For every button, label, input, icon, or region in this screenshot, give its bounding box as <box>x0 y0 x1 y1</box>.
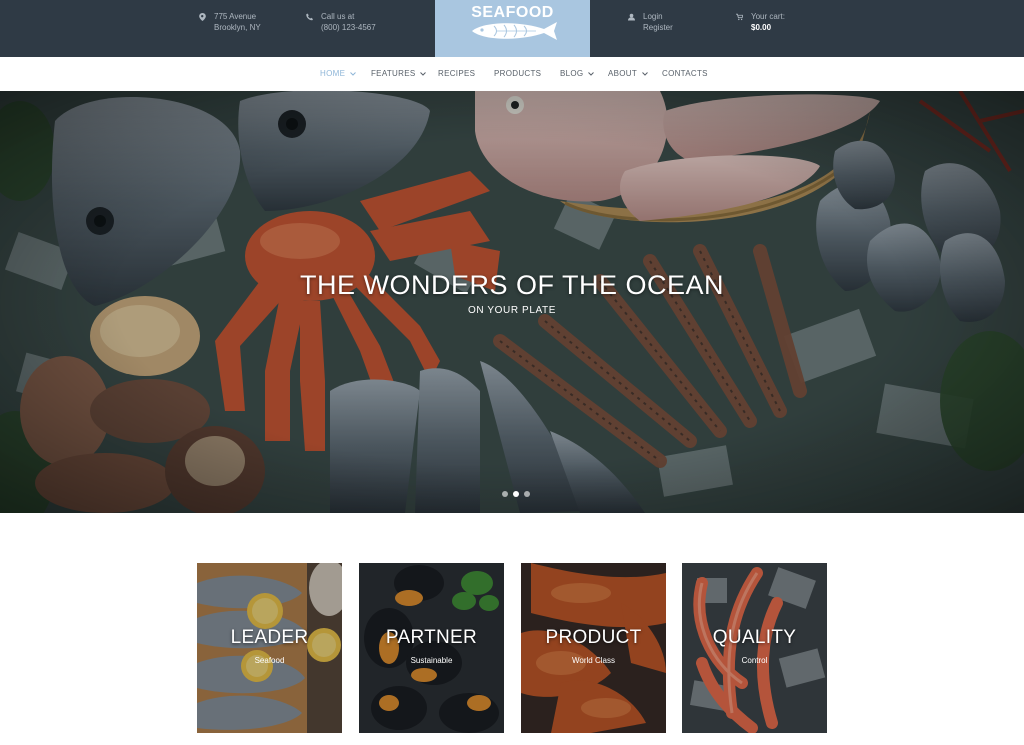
register-link[interactable]: Register <box>643 22 673 33</box>
chevron-down-icon <box>350 71 357 76</box>
nav-products[interactable]: PRODUCTS <box>494 69 541 78</box>
slider-dot[interactable] <box>524 491 530 497</box>
nav-home-label: HOME <box>320 69 346 78</box>
cart-icon <box>735 11 744 22</box>
logo-text-food: FOOD <box>505 4 554 21</box>
address-block: 775 Avenue Brooklyn, NY <box>198 11 261 33</box>
slider-dot[interactable] <box>513 491 519 497</box>
nav-about[interactable]: ABOUT <box>608 69 648 78</box>
nav-features-label: FEATURES <box>371 69 416 78</box>
cart-label: Your cart: <box>751 12 785 21</box>
nav-features[interactable]: FEATURES <box>371 69 427 78</box>
fish-logo-icon <box>472 22 557 40</box>
chevron-down-icon <box>588 71 595 76</box>
main-nav: HOME FEATURES RECIPES PRODUCTS BLOG ABOU… <box>0 57 1024 91</box>
card-title: PARTNER <box>385 627 478 648</box>
address-line1: 775 Avenue <box>214 12 257 21</box>
card-subtitle: Seafood <box>254 656 285 665</box>
feature-card-quality[interactable]: QUALITY Control <box>682 563 827 733</box>
card-title: QUALITY <box>712 627 797 648</box>
card-subtitle: Control <box>741 656 768 665</box>
nav-products-label: PRODUCTS <box>494 69 542 78</box>
chevron-down-icon <box>420 71 427 76</box>
card-subtitle: Sustainable <box>410 656 453 665</box>
logo-text-sea: SEA <box>471 4 506 21</box>
cart-block[interactable]: Your cart: $0.00 <box>735 11 785 33</box>
phone-label: Call us at <box>321 12 355 21</box>
phone-block[interactable]: Call us at (800) 123-4567 <box>305 11 376 33</box>
slider-dot[interactable] <box>502 491 508 497</box>
hero-seafood-image <box>0 91 1024 513</box>
hero-title: THE WONDERS OF THE OCEAN <box>299 270 725 300</box>
nav-blog[interactable]: BLOG <box>560 69 595 78</box>
phone-icon <box>305 11 314 22</box>
chevron-down-icon <box>642 71 648 76</box>
nav-contacts[interactable]: CONTACTS <box>662 69 708 78</box>
nav-home[interactable]: HOME <box>320 69 357 78</box>
feature-card-product[interactable]: PRODUCT World Class <box>521 563 666 733</box>
nav-about-label: ABOUT <box>608 69 638 78</box>
card-title: PRODUCT <box>545 627 642 648</box>
map-pin-icon <box>198 11 207 22</box>
top-bar: 775 Avenue Brooklyn, NY Call us at (800)… <box>0 0 1024 57</box>
card-subtitle: World Class <box>572 656 615 665</box>
address-line2: Brooklyn, NY <box>214 23 261 32</box>
card-title: LEADER <box>230 627 309 648</box>
cart-total: $0.00 <box>751 23 772 32</box>
login-link[interactable]: Login <box>643 11 673 22</box>
user-icon <box>627 11 636 22</box>
hero-subtitle: ON YOUR PLATE <box>467 305 556 316</box>
site-logo[interactable]: SEAFOOD <box>435 0 590 57</box>
phone-number[interactable]: (800) 123-4567 <box>321 22 376 33</box>
slider-dots <box>502 491 530 497</box>
account-block: Login Register <box>627 11 673 33</box>
nav-contacts-label: CONTACTS <box>662 69 708 78</box>
feature-card-leader[interactable]: LEADER Seafood <box>197 563 342 733</box>
nav-recipes-label: RECIPES <box>438 69 476 78</box>
hero-slider[interactable]: THE WONDERS OF THE OCEAN ON YOUR PLATE <box>0 91 1024 513</box>
feature-card-partner[interactable]: PARTNER Sustainable <box>359 563 504 733</box>
nav-recipes[interactable]: RECIPES <box>438 69 475 78</box>
nav-blog-label: BLOG <box>560 69 584 78</box>
